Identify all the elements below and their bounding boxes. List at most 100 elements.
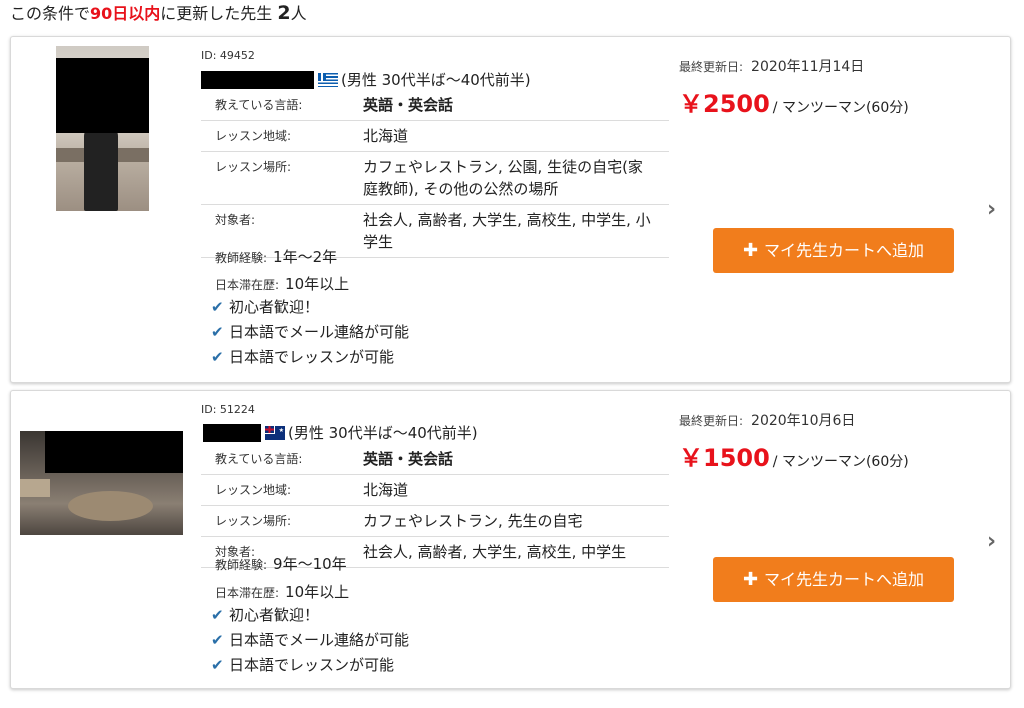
feature-text: 日本語でメール連絡が可能	[229, 323, 410, 341]
chevron-right-icon[interactable]: ›	[987, 529, 996, 554]
detail-value: 北海道	[363, 127, 409, 145]
detail-row-place: レッスン場所: カフェやレストラン, 先生の自宅	[201, 506, 669, 537]
check-icon: ✔	[211, 323, 224, 341]
result-summary: この条件で90日以内に更新した先生 2人	[10, 3, 307, 24]
detail-label: 教えている言語:	[215, 452, 303, 466]
feature-item: ✔ 初心者歓迎！	[211, 603, 409, 628]
chevron-right-icon[interactable]: ›	[987, 197, 996, 222]
feature-text: 日本語でレッスンが可能	[229, 348, 395, 366]
add-to-cart-button[interactable]: ✚ マイ先生カートへ追加	[713, 228, 954, 273]
australia-flag-icon	[265, 425, 285, 440]
feature-item: ✔ 初心者歓迎！	[211, 295, 409, 320]
detail-label: 教えている言語:	[215, 98, 303, 112]
detail-value: 英語・英会話	[363, 96, 454, 114]
price-unit: / マンツーマン(60分)	[772, 100, 909, 116]
feature-text: 初心者歓迎！	[229, 298, 320, 316]
experience-label: 教師経験:	[215, 558, 268, 572]
teacher-details: 教えている言語: 英語・英会話 レッスン地域: 北海道 レッスン場所: カフェや…	[201, 444, 669, 568]
last-updated: 最終更新日: 2020年11月14日	[679, 56, 864, 76]
detail-row-language: 教えている言語: 英語・英会話	[201, 90, 669, 121]
check-icon: ✔	[211, 348, 224, 366]
teacher-name-row: (男性 30代半ば〜40代前半)	[201, 69, 531, 91]
teacher-card[interactable]: ID: 49452 (男性 30代半ば〜40代前半) 教えている言語: 英語・英…	[10, 36, 1011, 383]
feature-item: ✔ 日本語でメール連絡が可能	[211, 320, 409, 345]
detail-value: 英語・英会話	[363, 450, 454, 468]
experience-value: 1年〜2年	[273, 248, 338, 266]
teacher-id: ID: 51224	[201, 403, 255, 416]
summary-middle: に更新した先生	[160, 4, 278, 23]
detail-value: 社会人, 高齢者, 大学生, 高校生, 中学生	[363, 543, 627, 561]
teacher-photo[interactable]	[20, 431, 183, 535]
detail-label: 対象者:	[215, 213, 256, 227]
detail-label: レッスン地域:	[215, 483, 292, 497]
last-updated-date: 2020年11月14日	[751, 59, 865, 75]
face-redaction	[45, 431, 183, 473]
stay-label: 日本滞在歴:	[215, 278, 280, 292]
detail-value: 北海道	[363, 481, 409, 499]
photo-background	[20, 479, 50, 497]
experience-label: 教師経験:	[215, 251, 268, 265]
feature-text: 日本語でレッスンが可能	[229, 656, 395, 674]
detail-value: 社会人, 高齢者, 大学生, 高校生, 中学生, 小学生	[363, 211, 651, 251]
price-unit: / マンツーマン(60分)	[772, 454, 909, 470]
detail-row-language: 教えている言語: 英語・英会話	[201, 444, 669, 475]
experience-row: 教師経験: 1年〜2年	[215, 246, 337, 267]
teacher-name-row: (男性 30代半ば〜40代前半)	[201, 422, 478, 444]
summary-highlight: 90日以内	[90, 4, 161, 23]
last-updated-date: 2020年10月6日	[751, 413, 856, 429]
detail-row-area: レッスン地域: 北海道	[201, 121, 669, 152]
last-updated: 最終更新日: 2020年10月6日	[679, 410, 855, 430]
photo-food	[68, 491, 153, 521]
lesson-price: ￥1500/ マンツーマン(60分)	[679, 438, 909, 473]
teacher-name-redacted[interactable]	[201, 70, 314, 89]
greece-flag-icon	[318, 72, 338, 87]
detail-row-area: レッスン地域: 北海道	[201, 475, 669, 506]
plus-icon: ✚	[742, 569, 759, 590]
stay-row: 日本滞在歴: 10年以上	[215, 581, 349, 602]
teacher-gender-age: (男性 30代半ば〜40代前半)	[341, 71, 531, 89]
last-updated-label: 最終更新日:	[679, 60, 744, 74]
teacher-photo[interactable]	[56, 46, 149, 211]
price-amount: ￥2500	[679, 90, 770, 118]
detail-label: レッスン地域:	[215, 129, 292, 143]
feature-list: ✔ 初心者歓迎！ ✔ 日本語でメール連絡が可能 ✔ 日本語でレッスンが可能	[211, 295, 409, 370]
experience-value: 9年〜10年	[273, 555, 347, 573]
summary-prefix: この条件で	[10, 4, 91, 23]
teacher-details: 教えている言語: 英語・英会話 レッスン地域: 北海道 レッスン場所: カフェや…	[201, 90, 669, 258]
feature-item: ✔ 日本語でレッスンが可能	[211, 345, 409, 370]
check-icon: ✔	[211, 606, 224, 624]
price-amount: ￥1500	[679, 444, 770, 472]
summary-count: 2	[277, 2, 291, 24]
face-redaction	[56, 58, 149, 133]
stay-value: 10年以上	[285, 583, 350, 601]
summary-suffix: 人	[290, 4, 307, 23]
detail-value: カフェやレストラン, 公園, 生徒の自宅(家庭教師), その他の公然の場所	[363, 158, 643, 198]
check-icon: ✔	[211, 631, 224, 649]
add-to-cart-label: マイ先生カートへ追加	[764, 241, 925, 260]
teacher-gender-age: (男性 30代半ば〜40代前半)	[288, 424, 478, 442]
feature-list: ✔ 初心者歓迎！ ✔ 日本語でメール連絡が可能 ✔ 日本語でレッスンが可能	[211, 603, 409, 678]
detail-label: レッスン場所:	[215, 514, 292, 528]
feature-text: 初心者歓迎！	[229, 606, 320, 624]
feature-item: ✔ 日本語でレッスンが可能	[211, 653, 409, 678]
photo-person	[84, 126, 118, 211]
check-icon: ✔	[211, 298, 224, 316]
feature-text: 日本語でメール連絡が可能	[229, 631, 410, 649]
stay-value: 10年以上	[285, 275, 350, 293]
teacher-name-redacted[interactable]	[203, 423, 261, 442]
teacher-id: ID: 49452	[201, 49, 255, 62]
detail-label: レッスン場所:	[215, 160, 292, 174]
add-to-cart-button[interactable]: ✚ マイ先生カートへ追加	[713, 557, 954, 602]
teacher-card[interactable]: ID: 51224 (男性 30代半ば〜40代前半) 教えている言語: 英語・英…	[10, 390, 1011, 689]
detail-row-place: レッスン場所: カフェやレストラン, 公園, 生徒の自宅(家庭教師), その他の…	[201, 152, 669, 205]
stay-label: 日本滞在歴:	[215, 586, 280, 600]
last-updated-label: 最終更新日:	[679, 414, 744, 428]
feature-item: ✔ 日本語でメール連絡が可能	[211, 628, 409, 653]
add-to-cart-label: マイ先生カートへ追加	[764, 570, 925, 589]
experience-row: 教師経験: 9年〜10年	[215, 553, 347, 574]
plus-icon: ✚	[742, 240, 759, 261]
check-icon: ✔	[211, 656, 224, 674]
stay-row: 日本滞在歴: 10年以上	[215, 273, 349, 294]
lesson-price: ￥2500/ マンツーマン(60分)	[679, 84, 909, 119]
detail-value: カフェやレストラン, 先生の自宅	[363, 512, 583, 530]
